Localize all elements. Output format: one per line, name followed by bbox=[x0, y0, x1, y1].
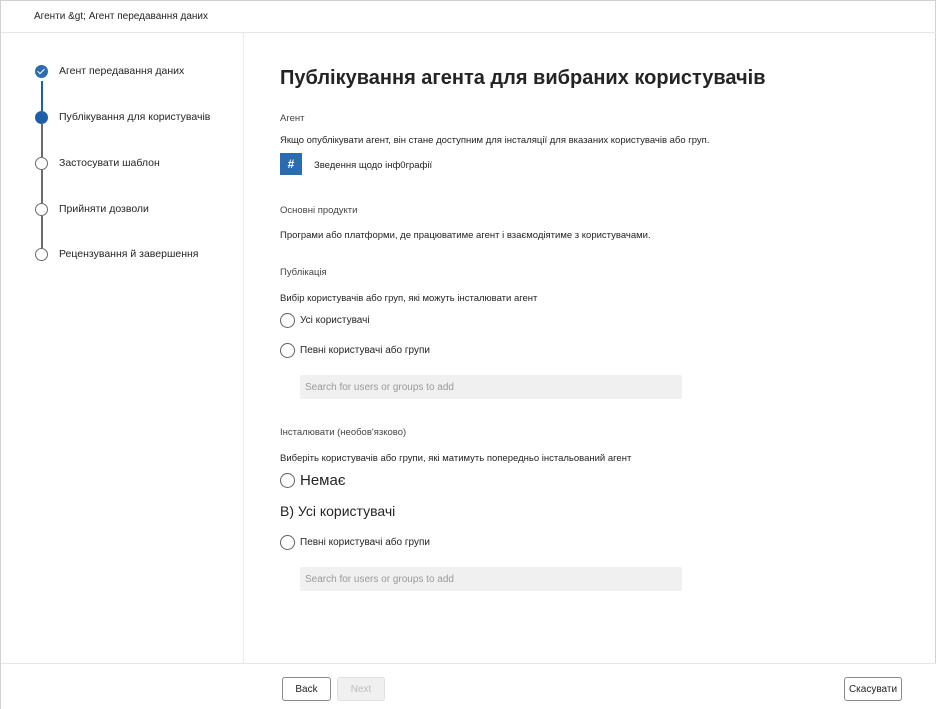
app-window: Агенти &gt; Агент передавання даних Аген… bbox=[0, 0, 936, 709]
current-step-icon bbox=[35, 111, 48, 124]
publication-label: Публікація bbox=[280, 267, 327, 278]
page-title: Публікування агента для вибраних користу… bbox=[280, 67, 766, 89]
radio-label: Певні користувачі або групи bbox=[300, 537, 430, 548]
agent-description: Якщо опублікувати агент, він стане досту… bbox=[280, 135, 710, 146]
radio-label: Усі користувачі bbox=[300, 315, 370, 326]
step-label: Рецензування й завершення bbox=[59, 248, 199, 260]
publication-description: Вибір користувачів або груп, які можуть … bbox=[280, 293, 538, 304]
pending-step-icon bbox=[35, 248, 48, 261]
step-connector bbox=[41, 81, 43, 111]
install-search-input[interactable] bbox=[300, 567, 682, 591]
step-label: Агент передавання даних bbox=[59, 65, 185, 77]
agent-name: Зведення щодо інф0графії bbox=[314, 160, 433, 171]
wizard-steps-sidebar: Агент передавання даних Публікування для… bbox=[1, 33, 244, 663]
radio-button[interactable] bbox=[280, 535, 295, 550]
next-button[interactable]: Next bbox=[337, 677, 385, 701]
checkmark-icon bbox=[35, 65, 48, 78]
back-button[interactable]: Back bbox=[282, 677, 331, 701]
install-all-users-heading: B) Усі користувачі bbox=[280, 503, 396, 519]
step-label: Прийняти дозволи bbox=[59, 203, 149, 215]
install-label: Інсталювати (необов'язково) bbox=[280, 427, 407, 438]
publication-search-input[interactable] bbox=[300, 375, 682, 399]
cancel-button[interactable]: Скасувати bbox=[844, 677, 902, 701]
agent-section-label: Агент bbox=[280, 113, 305, 124]
step-connector bbox=[41, 124, 43, 157]
footer-bar: Back Next Скасувати bbox=[1, 663, 936, 709]
radio-label: Немає bbox=[300, 472, 346, 489]
radio-button[interactable] bbox=[280, 343, 295, 358]
radio-button[interactable] bbox=[280, 313, 295, 328]
step-label: Публікування для користувачів bbox=[59, 111, 211, 123]
top-bar: Агенти &gt; Агент передавання даних bbox=[1, 1, 936, 33]
radio-button[interactable] bbox=[280, 473, 295, 488]
breadcrumb: Агенти &gt; Агент передавання даних bbox=[34, 11, 209, 22]
install-description: Виберіть користувачів або групи, які мат… bbox=[280, 453, 632, 464]
products-label: Основні продукти bbox=[280, 205, 358, 216]
hashtag-icon: # bbox=[280, 153, 302, 175]
radio-label: Певні користувачі або групи bbox=[300, 345, 430, 356]
step-label: Застосувати шаблон bbox=[59, 157, 160, 169]
step-connector bbox=[41, 216, 43, 248]
pending-step-icon bbox=[35, 203, 48, 216]
pending-step-icon bbox=[35, 157, 48, 170]
step-connector bbox=[41, 170, 43, 203]
products-description: Програми або платформи, де працюватиме а… bbox=[280, 230, 651, 241]
